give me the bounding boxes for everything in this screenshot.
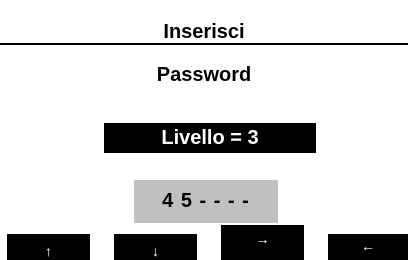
password-entry-screen: Inserisci Password Livello = 3 4 5 - - -… xyxy=(0,0,408,260)
level-indicator: Livello = 3 xyxy=(104,123,316,153)
up-button[interactable]: ↑ xyxy=(7,234,90,260)
password-heading: Password xyxy=(156,64,252,86)
arrow-left-icon: ← xyxy=(361,238,375,254)
right-button[interactable]: → xyxy=(221,225,304,260)
arrow-down-icon: ↓ xyxy=(152,243,159,259)
arrow-up-icon: ↑ xyxy=(45,243,52,259)
password-field[interactable]: 4 5 - - - - xyxy=(134,180,278,223)
left-button[interactable]: ← xyxy=(328,234,408,260)
arrow-right-icon: → xyxy=(255,231,270,247)
title-bar: Inserisci xyxy=(0,0,408,45)
down-button[interactable]: ↓ xyxy=(114,234,197,260)
page-title: Inserisci xyxy=(163,21,245,43)
